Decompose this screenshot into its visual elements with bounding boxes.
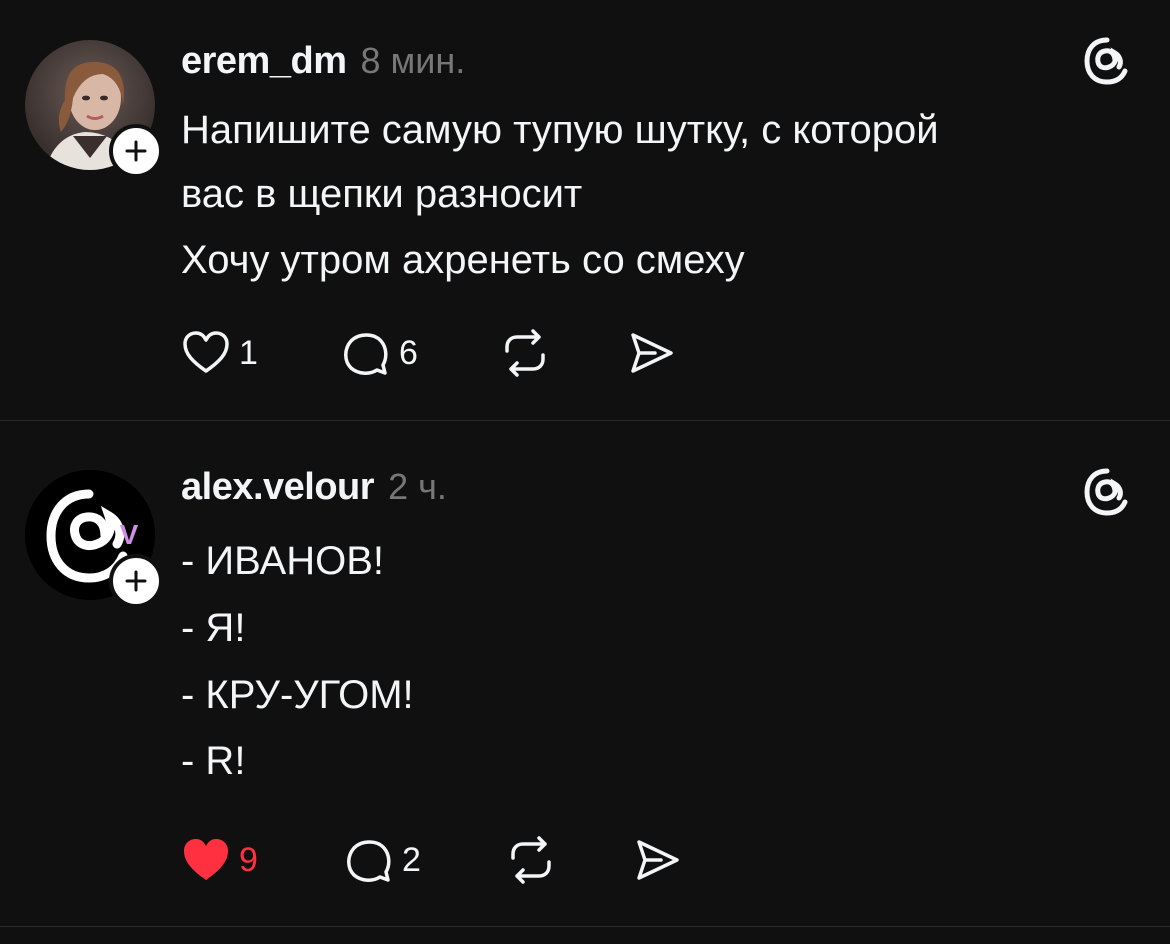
like-button[interactable]: 1 — [181, 325, 258, 381]
post[interactable]: V alex.velour 2 ч. - ИВАНОВ! - Я! - КРУ-… — [0, 421, 1170, 926]
reply-count: 6 — [399, 333, 418, 372]
share-button[interactable] — [631, 832, 683, 888]
plus-icon — [125, 140, 147, 162]
post-divider — [0, 926, 1170, 927]
heart-icon — [184, 839, 228, 880]
post-header: erem_dm 8 мин. — [181, 40, 465, 90]
post[interactable]: erem_dm 8 мин. Напишите самую тупую шутк… — [0, 0, 1170, 420]
repost-button[interactable] — [505, 832, 557, 888]
svg-text:V: V — [120, 519, 139, 550]
plus-icon — [125, 570, 147, 592]
post-text-line: - R! — [181, 739, 246, 783]
post-text-line: - Я! — [181, 606, 246, 650]
post-time: 8 мин. — [360, 40, 466, 81]
repost-icon — [511, 836, 551, 884]
heart-icon — [183, 331, 229, 373]
like-button[interactable]: 9 — [181, 832, 258, 888]
repost-icon — [505, 329, 545, 377]
share-icon — [631, 333, 673, 373]
reply-button[interactable]: 2 — [344, 832, 421, 888]
comment-icon — [347, 840, 391, 882]
reply-count: 2 — [402, 840, 421, 879]
reply-button[interactable]: 6 — [341, 325, 418, 381]
share-icon — [637, 840, 679, 880]
threads-feed: erem_dm 8 мин. Напишите самую тупую шутк… — [0, 0, 1170, 944]
comment-icon — [344, 333, 388, 375]
post-text-line: вас в щепки разносит — [181, 172, 583, 216]
repost-button[interactable] — [499, 325, 551, 381]
post-text-line: Хочу утром ахренеть со смеху — [181, 238, 745, 282]
avatar[interactable]: V — [25, 470, 163, 608]
avatar[interactable] — [25, 40, 163, 178]
threads-logo-icon[interactable] — [1082, 467, 1132, 517]
username[interactable]: erem_dm — [181, 40, 347, 83]
post-text-line: Напишите самую тупую шутку, с которой — [181, 108, 939, 152]
post-header: alex.velour 2 ч. — [181, 466, 447, 516]
post-text-line: - ИВАНОВ! — [181, 539, 385, 583]
username[interactable]: alex.velour — [181, 466, 375, 509]
share-button[interactable] — [625, 325, 677, 381]
follow-button[interactable] — [109, 124, 163, 178]
like-count: 9 — [239, 840, 258, 879]
like-count: 1 — [239, 333, 258, 372]
post-time: 2 ч. — [388, 466, 447, 507]
follow-button[interactable] — [109, 554, 163, 608]
threads-logo-icon[interactable] — [1082, 36, 1132, 86]
post-text-line: - КРУ-УГОМ! — [181, 673, 414, 717]
